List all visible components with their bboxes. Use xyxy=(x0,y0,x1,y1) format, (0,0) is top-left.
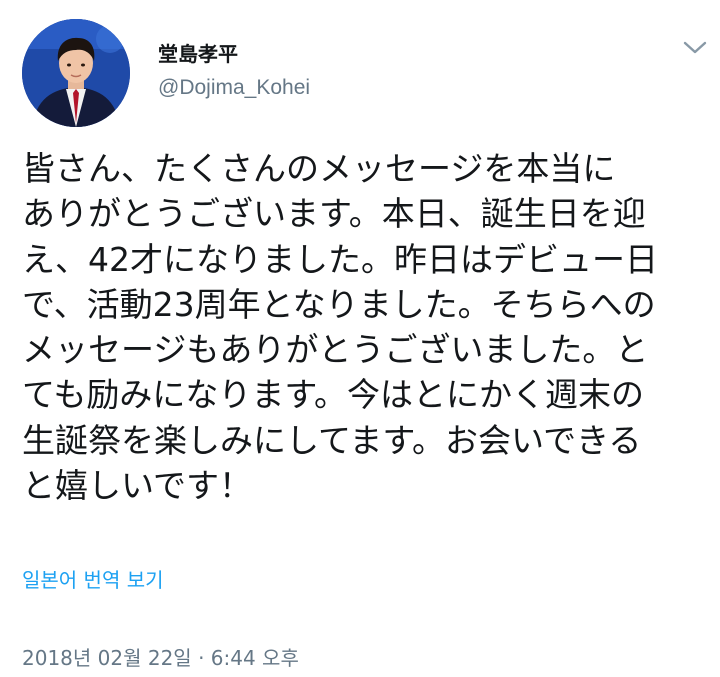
author-handle[interactable]: @Dojima_Kohei xyxy=(158,75,310,101)
tweet-timestamp[interactable]: 2018년 02월 22일 · 6:44 오후 xyxy=(22,645,299,671)
translate-tweet-link[interactable]: 일본어 번역 보기 xyxy=(22,567,164,593)
author-display-name[interactable]: 堂島孝平 xyxy=(158,42,238,66)
tweet-text-line: メッセージもありがとうございました。と xyxy=(22,330,649,370)
tweet-text-line: ても励みになります。今はとにかく週末の xyxy=(22,375,645,415)
author-avatar[interactable] xyxy=(22,19,130,127)
avatar-image xyxy=(22,19,130,127)
tweet-text-line: 生誕祭を楽しみにしてます。お会いできる xyxy=(22,420,642,460)
tweet-text-line: で、活動23周年となりました。そちらへの xyxy=(22,284,656,324)
tweet-text-line: え、42才になりました。昨日はデビュー日 xyxy=(22,239,658,279)
tweet-text-line: ありがとうございます。本日、誕生日を迎 xyxy=(22,194,646,234)
more-options-button[interactable] xyxy=(680,34,710,60)
tweet-text-line: 皆さん、たくさんのメッセージを本当に xyxy=(22,149,616,188)
tweet-detail: 堂島孝平 @Dojima_Kohei 皆さん、たくさんのメッセージを本当に ありが… xyxy=(0,0,720,677)
tweet-text-line: と嬉しいです！ xyxy=(22,466,253,506)
tweet-body-text: 皆さん、たくさんのメッセージを本当に ありがとうございます。本日、誕生日を迎 え、4… xyxy=(22,146,698,508)
chevron-down-icon xyxy=(683,41,707,54)
